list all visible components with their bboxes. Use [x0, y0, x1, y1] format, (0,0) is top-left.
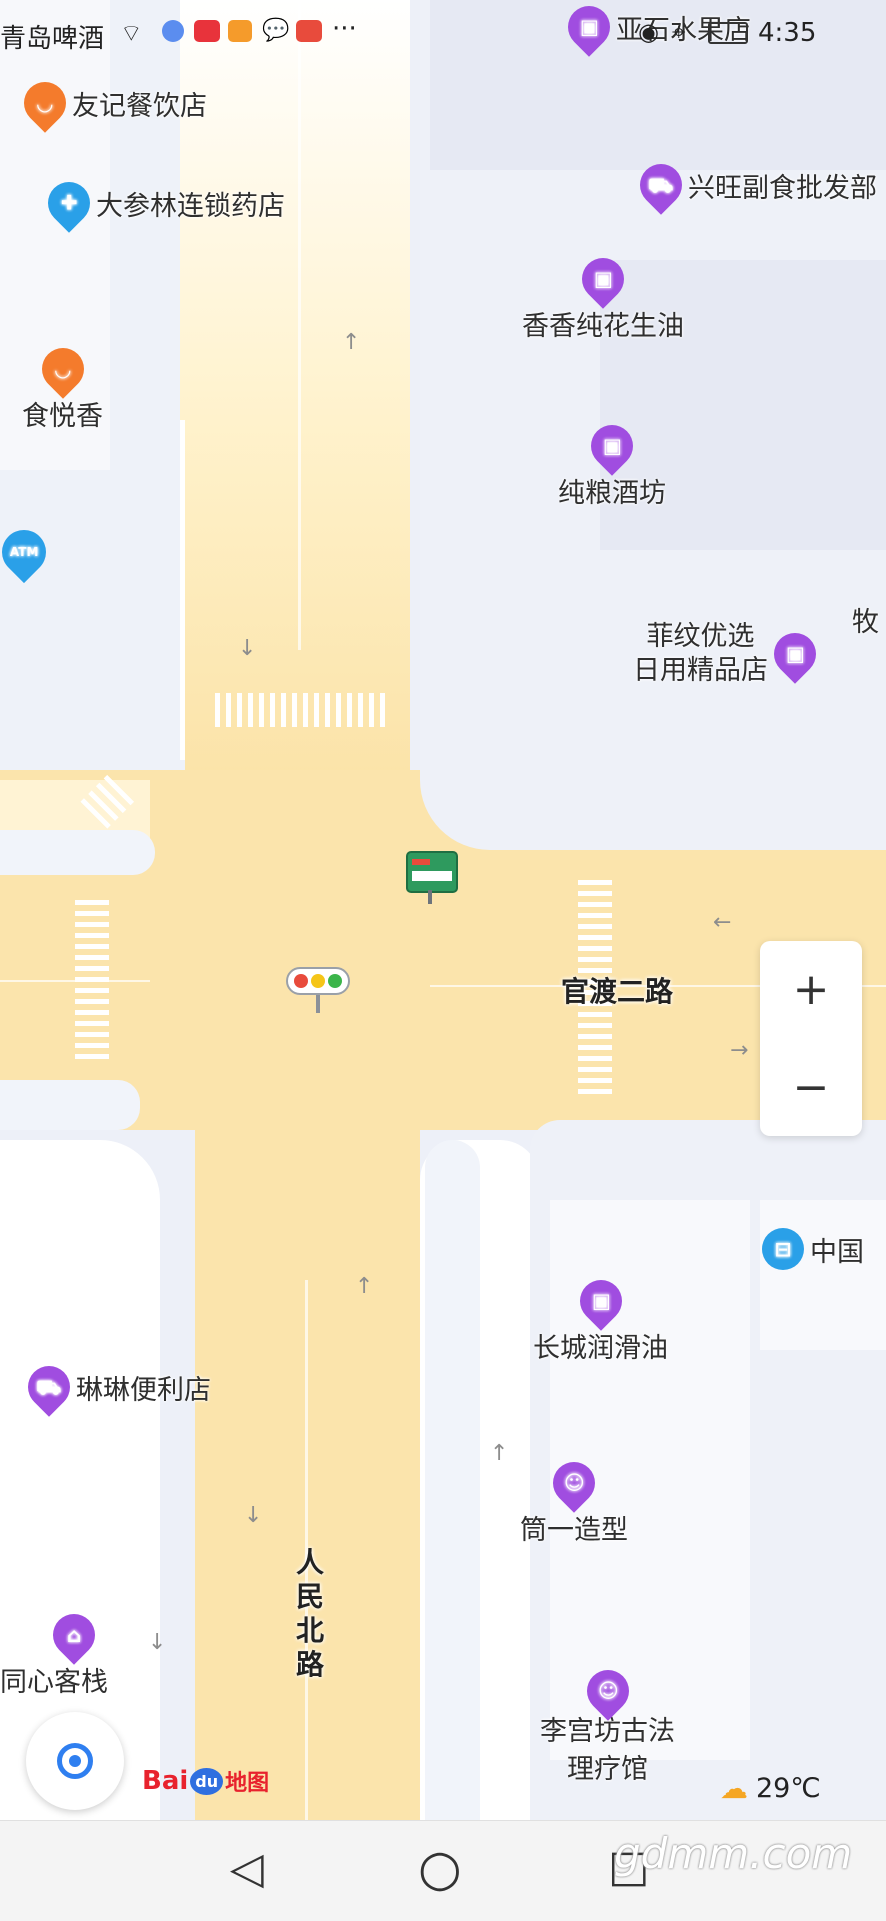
locate-button[interactable]	[26, 1712, 124, 1810]
crosswalk	[215, 693, 385, 727]
watermark: gdmm.com	[614, 1829, 853, 1878]
poi-tongxin[interactable]: ⌂ 同心客栈	[0, 1605, 108, 1699]
eye-icon: ◉	[638, 18, 659, 46]
poi-label: 日用精品店	[633, 655, 768, 686]
salon-icon: ☺	[544, 1453, 604, 1513]
direction-arrow-up-icon: ↑	[490, 1441, 509, 1466]
weather-temperature: 29℃	[756, 1773, 821, 1804]
more-notifications-icon: ···	[332, 14, 357, 44]
restaurant-icon: ◡	[15, 73, 75, 133]
back-button[interactable]: ◁	[230, 1843, 264, 1894]
salon-icon: ☺	[577, 1661, 638, 1721]
shopping-bag-icon: ▣	[570, 1271, 631, 1331]
shopping-cart-icon: ⛟	[631, 155, 691, 215]
poi-label: 牧	[852, 607, 879, 638]
weather-cloud-icon: ☁	[720, 1772, 748, 1805]
direction-arrow-down-icon: ↓	[238, 636, 257, 661]
weather-widget[interactable]: ☁ 29℃	[720, 1772, 821, 1805]
poi-label: 香香纯花生油	[522, 311, 684, 342]
poi-label: 纯粮酒坊	[558, 478, 666, 509]
poi-changcheng[interactable]: ▣ 长城润滑油	[533, 1271, 668, 1365]
poi-label: 筒一造型	[520, 1515, 628, 1546]
home-button[interactable]: ○	[418, 1839, 462, 1897]
traffic-light-icon[interactable]	[286, 967, 350, 995]
map-island	[0, 830, 155, 875]
direction-arrow-down-icon: ↓	[244, 1503, 263, 1528]
poi-label: 大参林连锁药店	[96, 190, 285, 222]
video-app-icon	[228, 20, 252, 42]
poi-xingwang[interactable]: ⛟ 兴旺副食批发部	[631, 155, 877, 215]
music-app-icon	[162, 20, 184, 42]
poi-jianyi[interactable]: ☺ 筒一造型	[520, 1453, 628, 1547]
bus-stop-pole	[428, 890, 432, 904]
poi-youji[interactable]: ◡ 友记餐饮店	[15, 73, 207, 133]
system-navigation-bar: ◁ ○ □ gdmm.com	[0, 1820, 886, 1921]
battery-icon	[708, 22, 748, 44]
poi-mu[interactable]: 牧	[852, 600, 879, 639]
map-block	[760, 1200, 886, 1350]
poi-label: 理疗馆	[567, 1754, 648, 1785]
map-median	[425, 1140, 480, 1820]
zoom-control: + −	[760, 941, 862, 1136]
news-app-icon	[296, 20, 322, 42]
lane-line	[298, 0, 301, 650]
poi-dashenlin[interactable]: ✚ 大参林连锁药店	[39, 173, 285, 233]
status-carrier-text: 青岛啤酒	[0, 24, 105, 54]
shopping-bag-icon: ▣	[573, 249, 633, 309]
traffic-light-pole	[316, 995, 320, 1013]
poi-label: 友记餐饮店	[72, 90, 207, 122]
status-time: 4:35	[758, 18, 817, 48]
zoom-out-button[interactable]: −	[760, 1039, 862, 1137]
poi-label: 中国	[810, 1236, 864, 1268]
poi-shiyuexiang[interactable]: ◡ 食悦香	[22, 339, 103, 433]
road-label-renmin: 人民北路	[296, 1546, 325, 1681]
poi-zhongguo[interactable]: ⊟ 中国	[762, 1228, 864, 1270]
direction-arrow-down-icon: ↓	[148, 1630, 167, 1655]
direction-arrow-up-icon: ↑	[355, 1274, 374, 1299]
bank-icon: ⊟	[762, 1228, 804, 1270]
baidu-map-logo: Bai du 地图	[142, 1766, 270, 1796]
map-view[interactable]: ↑ ↓ ← → ↑ ↑ ↓ ↓ 官渡二路 人民北路 ◡ 友记餐饮店 ✚ 大参林连…	[0, 0, 886, 1820]
shopping-bag-icon: ▣	[765, 624, 825, 684]
poi-linlin[interactable]: ⛟ 琳琳便利店	[19, 1357, 211, 1417]
green-light-icon	[328, 974, 343, 988]
direction-arrow-left-icon: ←	[713, 910, 732, 935]
poi-atm[interactable]: ATM	[0, 520, 56, 584]
poi-label: 琳琳便利店	[76, 1374, 211, 1406]
poi-label: 兴旺副食批发部	[688, 172, 877, 204]
yellow-light-icon	[310, 974, 325, 988]
pharmacy-icon: ✚	[39, 173, 99, 233]
huawei-app-icon	[194, 20, 220, 42]
wechat-icon: 💬	[262, 18, 290, 43]
wifi-icon: ⌔	[120, 19, 143, 47]
poi-label: 菲纹优选	[646, 621, 755, 652]
poi-chunliang[interactable]: ▣ 纯粮酒坊	[558, 416, 666, 510]
poi-xiangxiang[interactable]: ▣ 香香纯花生油	[522, 249, 684, 343]
map-island	[0, 1080, 140, 1130]
road-label-guandu: 官渡二路	[561, 975, 674, 1008]
direction-arrow-right-icon: →	[730, 1038, 749, 1063]
crosswalk	[75, 900, 109, 1060]
poi-label: 食悦香	[22, 401, 103, 432]
zoom-in-button[interactable]: +	[760, 941, 862, 1039]
location-status-icon: ⌖	[672, 18, 686, 46]
locate-icon	[57, 1743, 93, 1779]
poi-label: 同心客栈	[0, 1667, 108, 1698]
restaurant-icon: ◡	[32, 339, 93, 399]
status-bar: 青岛啤酒 ⌔ 💬 ··· ◉ ⌖ 4:35	[0, 0, 886, 60]
shopping-cart-icon: ⛟	[19, 1357, 79, 1417]
poi-ligong[interactable]: ☺ 李宫坊古法 理疗馆	[540, 1661, 675, 1788]
poi-feiwen[interactable]: 菲纹优选 日用精品店 ▣	[633, 620, 825, 688]
shopping-bag-icon: ▣	[582, 416, 642, 476]
red-light-icon	[293, 974, 308, 988]
bus-stop-icon[interactable]	[406, 851, 458, 893]
hotel-icon: ⌂	[44, 1605, 104, 1665]
poi-label: 长城润滑油	[533, 1333, 668, 1364]
direction-arrow-up-icon: ↑	[342, 330, 361, 355]
